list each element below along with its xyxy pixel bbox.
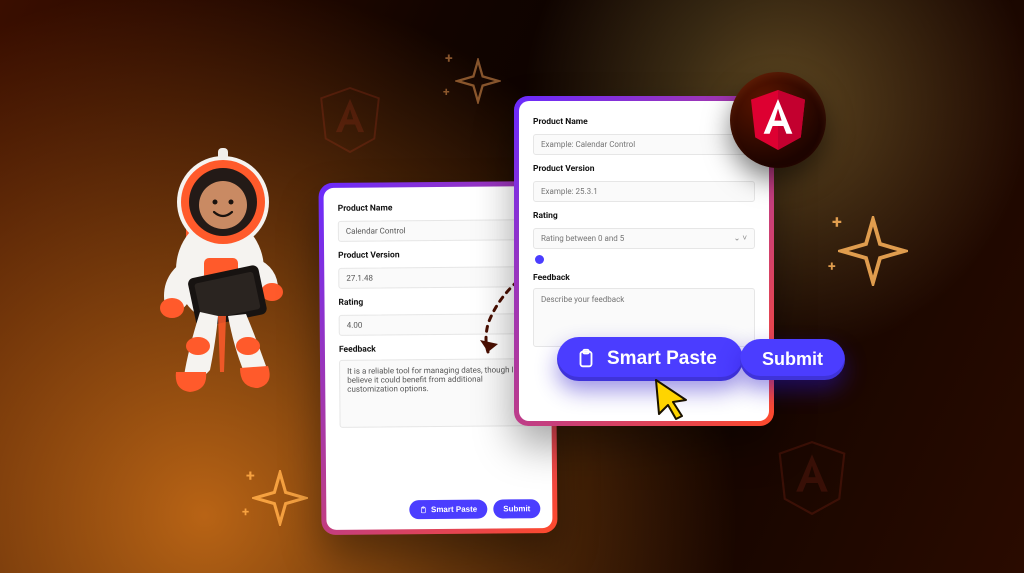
feedback-field[interactable]: It is a reliable tool for managing dates… (339, 358, 538, 428)
angular-shield-icon (748, 88, 808, 152)
label-product-version: Product Version (533, 164, 755, 174)
angular-shield-icon (318, 86, 382, 154)
cursor-icon (652, 378, 692, 422)
smart-paste-button-label: Smart Paste (607, 348, 717, 370)
angular-shield-icon (776, 440, 848, 516)
label-product-name: Product Name (533, 117, 755, 127)
smart-paste-button[interactable]: Smart Paste (409, 500, 487, 520)
smart-paste-button-label: Smart Paste (431, 505, 477, 514)
clipboard-icon (575, 348, 597, 370)
product-version-field[interactable] (533, 181, 755, 202)
label-rating: Rating (533, 211, 755, 221)
label-product-version: Product Version (338, 249, 536, 261)
submit-button-label: Submit (503, 504, 530, 513)
submit-button[interactable]: Submit (740, 339, 845, 380)
chevron-down-icon: ⌄ ˅ (734, 233, 747, 242)
smart-paste-button[interactable]: Smart Paste (557, 337, 743, 381)
submit-button[interactable]: Submit (493, 499, 540, 518)
product-name-field[interactable] (533, 134, 755, 155)
sparkle-icon: + + (455, 58, 501, 104)
label-product-name: Product Name (338, 202, 536, 214)
label-feedback: Feedback (533, 273, 755, 283)
astronaut-illustration (128, 140, 318, 420)
rating-select[interactable] (533, 228, 755, 249)
submit-button-label: Submit (762, 349, 823, 370)
sparkle-icon: + + (838, 216, 908, 286)
product-name-field[interactable] (338, 219, 536, 242)
angular-badge (730, 72, 826, 168)
clipboard-icon (419, 506, 427, 514)
hero-scene: + + + + + + (0, 0, 1024, 573)
slider-handle-icon[interactable] (535, 255, 544, 264)
sparkle-icon: + + (252, 470, 308, 526)
